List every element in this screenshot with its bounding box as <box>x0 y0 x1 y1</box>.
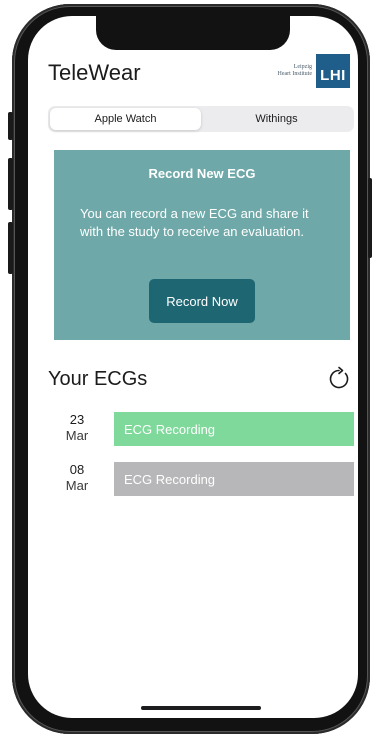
ecg-recording-button[interactable]: ECG Recording <box>114 412 354 446</box>
logo-line-2: Heart Institute <box>277 71 313 77</box>
ecg-day: 23 <box>69 412 85 427</box>
ecg-list-item: 23 Mar ECG Recording <box>48 412 354 446</box>
ecg-day: 08 <box>69 462 85 477</box>
ecg-date: 08 Mar <box>48 462 106 494</box>
tab-withings[interactable]: Withings <box>201 108 352 130</box>
home-indicator[interactable] <box>141 706 261 710</box>
app-screen: TeleWear Leipzig Heart Institute LHI App… <box>28 16 358 718</box>
logo-mark: LHI <box>316 54 350 88</box>
record-now-button[interactable]: Record Now <box>149 279 255 323</box>
stage: TeleWear Leipzig Heart Institute LHI App… <box>0 0 372 738</box>
ecg-list-item: 08 Mar ECG Recording <box>48 462 354 496</box>
ecg-date: 23 Mar <box>48 412 106 444</box>
refresh-icon-svg <box>329 366 349 389</box>
power-button <box>368 178 372 258</box>
volume-down-button <box>8 222 13 274</box>
logo-line-1: Leipzig <box>293 64 312 70</box>
section-title: Your ECGs <box>48 368 148 390</box>
ecg-month: Mar <box>65 428 89 443</box>
card-title: Record New ECG <box>148 166 256 181</box>
refresh-icon[interactable] <box>326 366 352 392</box>
mute-switch <box>8 112 13 140</box>
lhi-logo: Leipzig Heart Institute LHI <box>278 54 350 88</box>
ecg-month: Mar <box>65 478 89 493</box>
record-ecg-card: Record New ECG You can record a new ECG … <box>54 150 350 340</box>
tab-apple-watch[interactable]: Apple Watch <box>50 108 201 130</box>
logo-text: Leipzig Heart Institute <box>278 64 313 78</box>
volume-up-button <box>8 158 13 210</box>
app-title: TeleWear <box>48 60 141 85</box>
ecg-recording-button[interactable]: ECG Recording <box>114 462 354 496</box>
device-segmented-control: Apple Watch Withings <box>48 106 354 132</box>
notch <box>96 16 290 50</box>
card-description: You can record a new ECG and share it wi… <box>80 206 309 239</box>
